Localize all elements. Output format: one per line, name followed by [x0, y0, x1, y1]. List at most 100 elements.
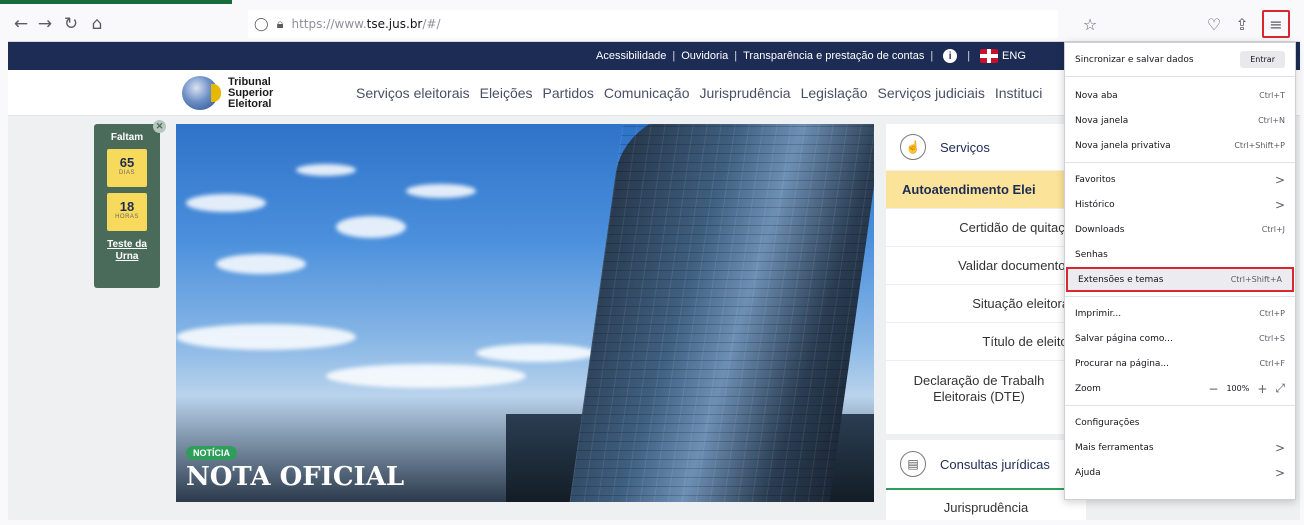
transparency-link[interactable]: Transparência e prestação de contas — [743, 50, 924, 62]
menu-label: Extensões e temas — [1078, 274, 1164, 285]
zoom-in-icon[interactable]: + — [1257, 382, 1267, 396]
chevron-right-icon: > — [1274, 197, 1285, 212]
share-icon[interactable]: ⇪ — [1228, 10, 1256, 38]
menu-settings[interactable]: Configurações — [1065, 410, 1295, 435]
services-panel: ☝ Serviços Autoatendimento Elei Certidão… — [886, 124, 1086, 434]
language-link[interactable]: ENG — [1002, 50, 1026, 62]
forward-icon[interactable]: → — [32, 11, 58, 37]
menu-find-in-page[interactable]: Procurar na página... Ctrl+F — [1065, 351, 1295, 376]
service-titulo[interactable]: Título de eleitor — [886, 322, 1086, 360]
pocket-icon[interactable]: ♡ — [1200, 10, 1228, 38]
close-icon[interactable]: ✕ — [153, 120, 166, 133]
menu-new-window[interactable]: Nova janela Ctrl+N — [1065, 108, 1295, 133]
nav-eleicoes[interactable]: Eleições — [480, 85, 533, 101]
touch-icon: ☝ — [900, 134, 926, 160]
menu-new-tab[interactable]: Nova aba Ctrl+T — [1065, 83, 1295, 108]
menu-shortcut: Ctrl+P — [1259, 309, 1285, 318]
sync-row: Sincronizar e salvar dados Entrar — [1065, 43, 1295, 77]
countdown-title: Faltam — [110, 132, 144, 143]
days-box: 65 DIAS — [107, 149, 147, 187]
nav-servicos-eleitorais[interactable]: Serviços eleitorais — [356, 85, 470, 101]
logo-line: Superior — [228, 86, 274, 99]
menu-label: Mais ferramentas — [1075, 442, 1154, 453]
home-icon[interactable]: ⌂ — [84, 11, 110, 37]
consultas-header[interactable]: ▤ Consultas jurídicas — [886, 440, 1066, 490]
nav-comunicacao[interactable]: Comunicação — [604, 85, 690, 101]
link-line: Teste da — [107, 239, 147, 250]
accessibility-link[interactable]: Acessibilidade — [596, 50, 666, 62]
service-validar[interactable]: Validar documentos — [886, 246, 1086, 284]
fullscreen-icon[interactable]: ⤢ — [1275, 381, 1285, 396]
nav-links: Serviços eleitorais Eleições Partidos Co… — [356, 70, 1052, 116]
teste-da-urna-link[interactable]: Teste da Urna — [94, 239, 160, 263]
zoom-level[interactable]: 100% — [1226, 384, 1249, 393]
logo-line: Tribunal — [228, 75, 271, 88]
menu-shortcut: Ctrl+F — [1259, 359, 1285, 368]
menu-passwords[interactable]: Senhas — [1065, 242, 1295, 267]
url-bar[interactable]: ◯ 🔒︎ https://www.tse.jus.br/#/ — [248, 10, 1058, 38]
menu-separator — [1065, 162, 1295, 163]
menu-save-page[interactable]: Salvar página como... Ctrl+S — [1065, 326, 1295, 351]
back-icon[interactable]: ← — [8, 11, 34, 37]
menu-bookmarks[interactable]: Favoritos > — [1065, 167, 1295, 192]
menu-shortcut: Ctrl+J — [1261, 225, 1285, 234]
menu-more-tools[interactable]: Mais ferramentas > — [1065, 435, 1295, 460]
menu-label: Nova aba — [1075, 90, 1118, 101]
menu-label: Zoom — [1075, 383, 1101, 394]
service-autoatendimento[interactable]: Autoatendimento Elei — [886, 170, 1086, 208]
menu-zoom: Zoom − 100% + ⤢ — [1065, 376, 1295, 401]
chevron-right-icon: > — [1274, 172, 1285, 187]
bookmark-star-icon[interactable]: ☆ — [1076, 10, 1104, 38]
ouvidoria-link[interactable]: Ouvidoria — [681, 50, 728, 62]
menu-label: Imprimir... — [1075, 308, 1122, 319]
menu-print[interactable]: Imprimir... Ctrl+P — [1065, 301, 1295, 326]
menu-shortcut: Ctrl+S — [1258, 334, 1285, 343]
service-dte[interactable]: Declaração de Trabalh Eleitorais (DTE) — [886, 360, 1086, 416]
divider: | — [734, 50, 738, 62]
service-certidao[interactable]: Certidão de quitaçã — [886, 208, 1086, 246]
url-domain: tse.jus.br — [366, 17, 423, 31]
tse-emblem-icon — [182, 76, 221, 110]
nav-institucional[interactable]: Instituci — [995, 85, 1042, 101]
menu-downloads[interactable]: Downloads Ctrl+J — [1065, 217, 1295, 242]
menu-separator — [1065, 296, 1295, 297]
lock-icon: 🔒︎ — [276, 16, 284, 32]
divider: | — [672, 50, 676, 62]
menu-help[interactable]: Ajuda > — [1065, 460, 1295, 485]
menu-extensions-themes[interactable]: Extensões e temas Ctrl+Shift+A — [1066, 267, 1294, 292]
menu-label: Procurar na página... — [1075, 358, 1170, 369]
service-dte-line: Eleitorais (DTE) — [933, 388, 1025, 404]
nav-jurisprudencia[interactable]: Jurisprudência — [700, 85, 791, 101]
url-prefix: https://www. — [291, 17, 367, 31]
info-icon[interactable]: i — [943, 49, 958, 63]
tse-logo[interactable]: Tribunal Superior Eleitoral — [182, 76, 273, 110]
cloud — [176, 324, 356, 350]
jurisprudencia-link[interactable]: Jurisprudência — [886, 490, 1086, 515]
menu-new-private-window[interactable]: Nova janela privativa Ctrl+Shift+P — [1065, 133, 1295, 158]
hamburger-menu-icon[interactable]: ≡ — [1262, 10, 1290, 38]
tower-facade — [567, 124, 874, 502]
menu-history[interactable]: Histórico > — [1065, 192, 1295, 217]
hero-title[interactable]: NOTA OFICIAL — [186, 462, 404, 492]
service-dte-line: Declaração de Trabalh — [913, 372, 1045, 388]
hero-banner[interactable]: NOTÍCIA NOTA OFICIAL — [176, 124, 874, 502]
firefox-app-menu: Sincronizar e salvar dados Entrar Nova a… — [1064, 42, 1296, 500]
menu-shortcut: Ctrl+N — [1258, 116, 1285, 125]
chevron-right-icon: > — [1274, 465, 1285, 480]
news-badge: NOTÍCIA — [186, 446, 237, 460]
zoom-out-icon[interactable]: − — [1208, 382, 1218, 396]
cloud — [476, 344, 596, 362]
reload-icon[interactable]: ↻ — [58, 11, 84, 37]
screenshot-frame: ← → ↻ ⌂ ◯ 🔒︎ https://www.tse.jus.br/#/ ☆… — [0, 0, 1304, 525]
nav-legislacao[interactable]: Legislação — [801, 85, 868, 101]
cloud — [296, 164, 356, 176]
hours-label: HORAS — [115, 214, 139, 220]
nav-partidos[interactable]: Partidos — [543, 85, 594, 101]
logo-text: Tribunal Superior Eleitoral — [228, 75, 274, 110]
sign-in-button[interactable]: Entrar — [1240, 51, 1285, 68]
service-situacao[interactable]: Situação eleitoral — [886, 284, 1086, 322]
nav-servicos-judiciais[interactable]: Serviços judiciais — [878, 85, 985, 101]
consultas-title: Consultas jurídicas — [940, 456, 1050, 472]
menu-label: Configurações — [1075, 417, 1140, 428]
menu-label: Nova janela — [1075, 115, 1129, 126]
